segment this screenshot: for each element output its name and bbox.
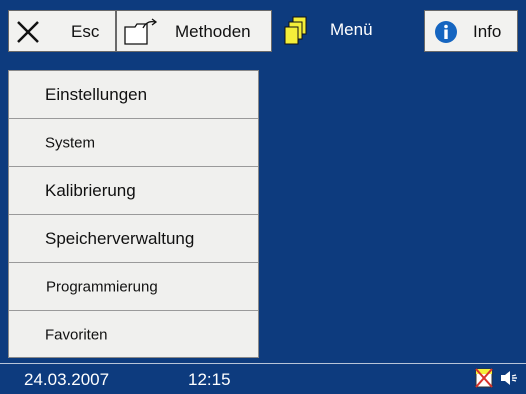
- menu-item-label: Speicherverwaltung: [45, 228, 195, 248]
- menu-item-label: Favoriten: [45, 326, 108, 344]
- menu-item-label: Kalibrierung: [45, 180, 136, 200]
- tab-info[interactable]: Info: [424, 10, 518, 52]
- tab-info-label: Info: [473, 22, 502, 41]
- device-screen: Esc Methoden Menü Info Einstellungen Sys…: [0, 0, 526, 394]
- printer-disabled-icon: [474, 367, 494, 394]
- status-bar: 24.03.2007 12:15: [0, 363, 526, 394]
- top-tab-bar: Esc Methoden Menü Info: [0, 0, 526, 62]
- tab-methods-label: Methoden: [175, 22, 251, 41]
- tab-menu-label: Menü: [330, 20, 373, 39]
- tab-methods[interactable]: Methoden: [116, 10, 272, 52]
- close-icon: [15, 19, 41, 45]
- menu-item-speicherverwaltung[interactable]: Speicherverwaltung: [9, 215, 258, 263]
- folder-open-icon: [123, 18, 159, 46]
- tab-esc-label: Esc: [71, 22, 100, 41]
- speaker-icon: [499, 368, 519, 393]
- tab-esc[interactable]: Esc: [8, 10, 116, 52]
- status-time: 12:15: [188, 370, 231, 389]
- menu-item-einstellungen[interactable]: Einstellungen: [9, 71, 258, 119]
- menu-item-system[interactable]: System: [9, 119, 258, 167]
- info-icon: [434, 20, 458, 44]
- menu-list: Einstellungen System Kalibrierung Speich…: [8, 70, 259, 358]
- menu-item-label: System: [45, 134, 96, 151]
- menu-item-label: Programmierung: [46, 278, 158, 295]
- documents-stack-icon: [284, 16, 308, 46]
- status-date: 24.03.2007: [24, 370, 110, 389]
- menu-item-label: Einstellungen: [45, 84, 148, 104]
- menu-item-favoriten[interactable]: Favoriten: [9, 311, 258, 359]
- menu-item-programmierung[interactable]: Programmierung: [9, 263, 258, 311]
- tab-menu[interactable]: Menü: [272, 10, 424, 52]
- menu-item-kalibrierung[interactable]: Kalibrierung: [9, 167, 258, 215]
